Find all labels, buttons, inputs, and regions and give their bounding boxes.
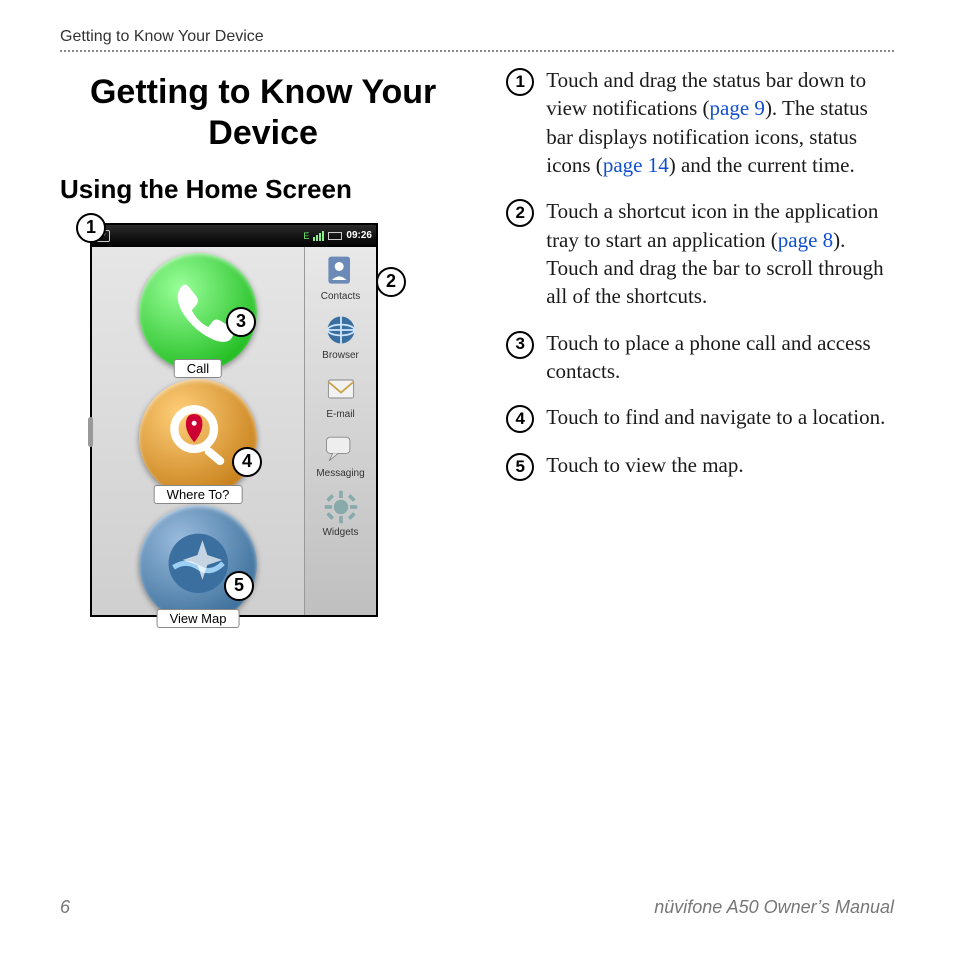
- desc-item-1: 1 Touch and drag the status bar down to …: [506, 66, 894, 179]
- tray-label: Browser: [322, 350, 359, 361]
- status-right-icons: E 09:26: [303, 230, 372, 241]
- manual-title: nüvifone A50 Owner’s Manual: [654, 897, 894, 918]
- desc-text-2: Touch a shortcut icon in the application…: [546, 197, 894, 310]
- running-head-text: Getting to Know Your Device: [60, 28, 264, 45]
- tray-item-email[interactable]: E-mail: [323, 371, 359, 420]
- phone-body: Call Where To?: [92, 247, 376, 615]
- network-e-icon: E: [303, 231, 309, 241]
- desc-item-2: 2 Touch a shortcut icon in the applicati…: [506, 197, 894, 310]
- page-number: 6: [60, 897, 70, 918]
- desc-text-4: Touch to find and navigate to a location…: [546, 403, 885, 431]
- text-fragment: ) and the current time.: [669, 153, 855, 177]
- view-map-button[interactable]: [139, 505, 257, 623]
- page-ref-link[interactable]: page 14: [603, 153, 669, 177]
- marker-4: 4: [506, 405, 534, 433]
- status-bar[interactable]: P E 09:26: [92, 225, 376, 247]
- widgets-icon: [323, 489, 359, 525]
- signal-icon: [313, 231, 324, 241]
- manual-page: Getting to Know Your Device Getting to K…: [0, 0, 954, 954]
- desc-item-5: 5 Touch to view the map.: [506, 451, 894, 481]
- marker-2: 2: [506, 199, 534, 227]
- page-ref-link[interactable]: page 9: [710, 96, 765, 120]
- battery-icon: [328, 232, 342, 240]
- tray-item-widgets[interactable]: Widgets: [322, 489, 358, 538]
- marker-1: 1: [506, 68, 534, 96]
- tray-label: Widgets: [322, 527, 358, 538]
- call-label: Call: [174, 359, 222, 378]
- left-column: Getting to Know Your Device Using the Ho…: [60, 66, 466, 633]
- tray-label: Contacts: [321, 291, 360, 302]
- page-title: Getting to Know Your Device: [60, 72, 466, 154]
- marker-5: 5: [506, 453, 534, 481]
- browser-icon: [323, 312, 359, 348]
- tray-item-browser[interactable]: Browser: [322, 312, 359, 361]
- callout-4: 4: [232, 447, 262, 477]
- callout-2: 2: [376, 267, 406, 297]
- page-ref-link[interactable]: page 8: [778, 228, 833, 252]
- callout-1: 1: [76, 213, 106, 243]
- device-screenshot: 1 2 3 4 5 P E 09:26: [66, 213, 366, 633]
- email-icon: [323, 371, 359, 407]
- contacts-icon: [323, 253, 359, 289]
- desc-item-4: 4 Touch to find and navigate to a locati…: [506, 403, 894, 433]
- tray-label: E-mail: [326, 409, 354, 420]
- phone-icon: [157, 270, 240, 353]
- main-area: Call Where To?: [92, 247, 304, 615]
- messaging-icon: [322, 430, 358, 466]
- section-title: Using the Home Screen: [60, 174, 466, 205]
- callout-5: 5: [224, 571, 254, 601]
- running-head: Getting to Know Your Device: [60, 28, 894, 52]
- right-column: 1 Touch and drag the status bar down to …: [506, 66, 894, 633]
- desc-text-5: Touch to view the map.: [546, 451, 743, 479]
- where-to-button[interactable]: [139, 379, 257, 497]
- where-to-label: Where To?: [154, 485, 243, 504]
- clock: 09:26: [346, 230, 372, 241]
- desc-text-3: Touch to place a phone call and access c…: [546, 329, 894, 386]
- tray-drag-handle[interactable]: [88, 417, 93, 447]
- page-footer: 6 nüvifone A50 Owner’s Manual: [60, 897, 894, 918]
- tray-item-messaging[interactable]: Messaging: [316, 430, 364, 479]
- tray-item-contacts[interactable]: Contacts: [321, 253, 360, 302]
- tray-label: Messaging: [316, 468, 364, 479]
- app-tray[interactable]: Contacts Browser: [304, 247, 376, 615]
- desc-item-3: 3 Touch to place a phone call and access…: [506, 329, 894, 386]
- content-columns: Getting to Know Your Device Using the Ho…: [60, 66, 894, 633]
- marker-3: 3: [506, 331, 534, 359]
- phone-frame: P E 09:26: [90, 223, 378, 617]
- callout-3: 3: [226, 307, 256, 337]
- pin-search-icon: [157, 396, 240, 479]
- view-map-label: View Map: [157, 609, 240, 628]
- desc-text-1: Touch and drag the status bar down to vi…: [546, 66, 894, 179]
